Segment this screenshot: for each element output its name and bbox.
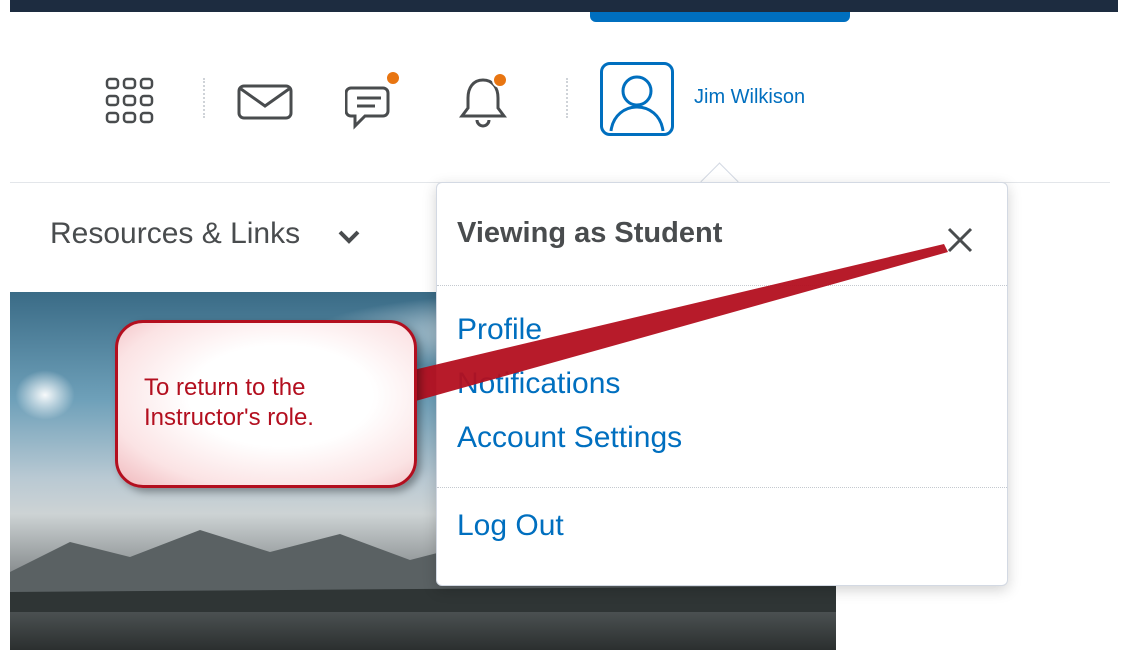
- callout-text: To return to the Instructor's role.: [144, 373, 404, 433]
- callout-line-2: Instructor's role.: [144, 404, 314, 431]
- callout-line-1: To return to the: [144, 374, 306, 401]
- screenshot-frame: Jim Wilkison Resources & Links Viewing a…: [0, 0, 1122, 669]
- annotation-callout: To return to the Instructor's role.: [115, 320, 417, 488]
